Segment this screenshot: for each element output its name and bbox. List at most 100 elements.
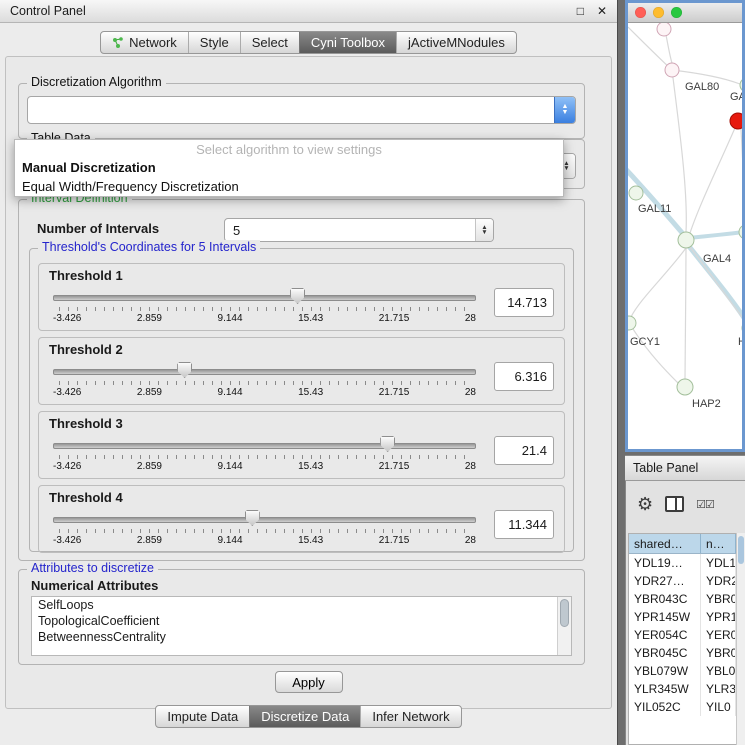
node-hap2[interactable]	[677, 379, 693, 395]
zoom-traffic-light[interactable]	[671, 7, 682, 18]
table-panel-header[interactable]: Table Panel	[625, 455, 745, 481]
network-canvas[interactable]: GAL80 GA GAL11 GAL4 GCY1 H HAP2	[628, 23, 742, 449]
cell[interactable]: YBR0	[701, 590, 736, 608]
list-item[interactable]: BetweennessCentrality	[32, 629, 571, 645]
tab-network[interactable]: Network	[101, 32, 188, 53]
threshold-label: Threshold 3	[49, 416, 123, 431]
cell[interactable]: YBR045C	[629, 644, 701, 662]
select-columns-checkboxes-icon[interactable]: ☑☑	[696, 498, 714, 511]
node-gal4[interactable]	[678, 232, 694, 248]
node-ga[interactable]	[740, 78, 742, 92]
tab-label: Impute Data	[167, 709, 238, 724]
network-window-titlebar[interactable]	[628, 3, 742, 23]
slider-track[interactable]	[53, 369, 476, 375]
node-gal11[interactable]	[629, 186, 643, 200]
table-row[interactable]: YBR043CYBR0	[629, 590, 736, 608]
tab-impute-data[interactable]: Impute Data	[156, 706, 249, 727]
cell[interactable]: YLR3	[701, 680, 736, 698]
combobox-stepper-icon[interactable]: ▲▼	[554, 97, 575, 123]
slider-track[interactable]	[53, 295, 476, 301]
cell[interactable]: YER0	[701, 626, 736, 644]
threshold-3-slider[interactable]: -3.426 2.859 9.144 15.43 21.715 28	[53, 435, 476, 475]
tab-cyni-toolbox[interactable]: Cyni Toolbox	[299, 32, 396, 53]
cell[interactable]: YPR145W	[629, 608, 701, 626]
tab-jactivemnodules[interactable]: jActiveMNodules	[396, 32, 516, 53]
list-scrollbar[interactable]	[557, 597, 571, 655]
table-row[interactable]: YPR145WYPR1	[629, 608, 736, 626]
tab-select[interactable]: Select	[240, 32, 299, 53]
close-window-icon[interactable]: ✕	[597, 4, 607, 18]
cell[interactable]: YBR0	[701, 644, 736, 662]
threshold-label: Threshold 2	[49, 342, 123, 357]
table-row[interactable]: YER054CYER0	[629, 626, 736, 644]
numerical-attributes-list[interactable]: SelfLoops TopologicalCoefficient Between…	[31, 596, 572, 656]
cell[interactable]: YDL19…	[629, 554, 701, 572]
interval-definition-group: Interval Definition Number of Intervals …	[18, 199, 585, 561]
thresholds-list: Threshold 1 -3.426 2.859 9.144 15.43	[38, 263, 565, 553]
cell[interactable]: YDL1	[701, 554, 736, 572]
close-traffic-light[interactable]	[635, 7, 646, 18]
column-header-name[interactable]: n…	[701, 534, 736, 553]
node[interactable]	[739, 225, 742, 239]
tab-infer-network[interactable]: Infer Network	[360, 706, 460, 727]
threshold-1-value-field[interactable]: 14.713	[494, 288, 554, 317]
node-gal80[interactable]	[665, 63, 679, 77]
control-panel-titlebar[interactable]: Control Panel □ ✕	[0, 0, 617, 23]
slider-track[interactable]	[53, 517, 476, 523]
cell[interactable]: YIL052C	[629, 698, 701, 716]
scrollbar-thumb[interactable]	[738, 536, 744, 564]
node-selected-red[interactable]	[730, 113, 742, 129]
threshold-2-slider[interactable]: -3.426 2.859 9.144 15.43 21.715 28	[53, 361, 476, 401]
cell[interactable]: YPR1	[701, 608, 736, 626]
threshold-label: Threshold 4	[49, 490, 123, 505]
table-row[interactable]: YDR27…YDR2	[629, 572, 736, 590]
table-row[interactable]: YIL052CYIL0	[629, 698, 736, 716]
scrollbar-thumb[interactable]	[560, 599, 569, 627]
dropdown-item-equal-width-frequency[interactable]: Equal Width/Frequency Discretization	[15, 177, 563, 196]
slider-thumb[interactable]	[245, 510, 260, 526]
dropdown-item-manual-discretization[interactable]: Manual Discretization	[15, 158, 563, 177]
list-item[interactable]: SelfLoops	[32, 597, 571, 613]
combobox-stepper-icon[interactable]: ▲▼	[475, 219, 493, 241]
slider-thumb[interactable]	[380, 436, 395, 452]
table-row[interactable]: YDL19…YDL1	[629, 554, 736, 572]
cell[interactable]: YIL0	[701, 698, 736, 716]
cell[interactable]: YDR27…	[629, 572, 701, 590]
threshold-3-value-field[interactable]: 21.4	[494, 436, 554, 465]
list-item[interactable]: TopologicalCoefficient	[32, 613, 571, 629]
number-of-intervals-combobox[interactable]: 5 ▲▼	[224, 218, 494, 242]
table-row[interactable]: YBL079WYBL0	[629, 662, 736, 680]
float-window-icon[interactable]: □	[577, 4, 584, 18]
algorithm-combobox[interactable]: ▲▼	[27, 96, 576, 124]
minimize-traffic-light[interactable]	[653, 7, 664, 18]
node[interactable]	[657, 23, 671, 36]
table-row[interactable]: YLR345WYLR3	[629, 680, 736, 698]
tab-discretize-data[interactable]: Discretize Data	[249, 706, 360, 727]
gear-icon[interactable]: ⚙	[637, 495, 653, 513]
columns-icon[interactable]	[665, 496, 684, 512]
threshold-4-slider[interactable]: -3.426 2.859 9.144 15.43 21.715 28	[53, 509, 476, 549]
node-gcy1[interactable]	[628, 316, 636, 330]
slider-thumb[interactable]	[177, 362, 192, 378]
tick-label: 9.144	[218, 387, 243, 398]
cell[interactable]: YLR345W	[629, 680, 701, 698]
table-row[interactable]: YBR045CYBR0	[629, 644, 736, 662]
apply-button[interactable]: Apply	[275, 671, 343, 693]
threshold-4-value-field[interactable]: 11.344	[494, 510, 554, 539]
tick-label: 15.43	[298, 461, 323, 472]
table-toolbar: ⚙ ☑☑	[626, 487, 745, 521]
table-scrollbar[interactable]	[736, 533, 745, 745]
cell[interactable]: YDR2	[701, 572, 736, 590]
cell[interactable]: YBR043C	[629, 590, 701, 608]
dropdown-placeholder: Select algorithm to view settings	[15, 140, 563, 158]
threshold-1-slider[interactable]: -3.426 2.859 9.144 15.43 21.715 28	[53, 287, 476, 327]
column-header-shared-name[interactable]: shared…	[629, 534, 701, 553]
threshold-2-value-field[interactable]: 6.316	[494, 362, 554, 391]
tab-label: Style	[200, 35, 229, 50]
slider-track[interactable]	[53, 443, 476, 449]
cell[interactable]: YER054C	[629, 626, 701, 644]
cell[interactable]: YBL079W	[629, 662, 701, 680]
slider-thumb[interactable]	[290, 288, 305, 304]
tab-style[interactable]: Style	[188, 32, 240, 53]
cell[interactable]: YBL0	[701, 662, 736, 680]
